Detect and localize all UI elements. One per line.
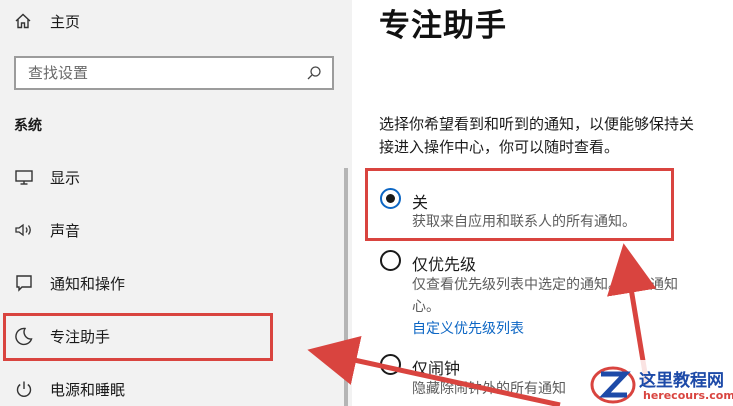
- sidebar-item-power-sleep[interactable]: 电源和睡眠: [0, 369, 352, 406]
- option-description-priority-only: 心。: [412, 299, 440, 315]
- customize-priority-list-link[interactable]: 自定义优先级列表: [412, 318, 524, 338]
- watermark-logo: [590, 366, 636, 404]
- settings-search-input[interactable]: [28, 64, 306, 82]
- option-label-alarms-only[interactable]: 仅闹钟: [412, 355, 460, 379]
- radio-priority-only[interactable]: [380, 250, 401, 271]
- watermark-title: 这里教程网: [639, 371, 724, 391]
- home-icon: [14, 12, 32, 30]
- home-nav-item[interactable]: 主页: [14, 9, 80, 33]
- sidebar-item-label: 声音: [50, 221, 81, 240]
- sidebar-item-sound[interactable]: 声音: [0, 210, 352, 250]
- section-title-system: 系统: [14, 118, 42, 134]
- settings-search-box[interactable]: [14, 56, 334, 90]
- settings-sidebar: 主页 系统 显示 声音: [0, 0, 352, 406]
- sidebar-scrollbar[interactable]: [344, 168, 348, 406]
- radio-off[interactable]: [380, 188, 401, 209]
- description-text: 选择你希望看到和听到的通知，以便能够保持关: [379, 115, 695, 133]
- home-label: 主页: [50, 12, 81, 31]
- sidebar-item-notifications[interactable]: 通知和操作: [0, 263, 352, 303]
- description-text: 接进入操作中心，你可以随时查看。: [379, 138, 620, 156]
- watermark-url: herecours.com: [643, 389, 733, 402]
- moon-icon: [14, 326, 34, 346]
- option-label-off[interactable]: 关: [412, 189, 428, 213]
- sidebar-item-display[interactable]: 显示: [0, 157, 352, 197]
- sidebar-item-label: 显示: [50, 168, 81, 187]
- sidebar-item-focus-assist[interactable]: 专注助手: [0, 316, 352, 356]
- monitor-icon: [14, 167, 34, 187]
- radio-alarms-only[interactable]: [380, 354, 401, 375]
- sidebar-item-label: 专注助手: [50, 327, 111, 346]
- power-icon: [14, 379, 34, 399]
- sidebar-item-label: 电源和睡眠: [50, 380, 126, 399]
- speaker-icon: [14, 220, 34, 240]
- message-icon: [14, 273, 34, 293]
- option-label-priority-only[interactable]: 仅优先级: [412, 251, 476, 275]
- option-description-priority-only: 仅查看优先级列表中选定的通知。其余通知: [412, 277, 678, 293]
- sidebar-item-label: 通知和操作: [50, 274, 126, 293]
- option-description-off: 获取来自应用和联系人的所有通知。: [412, 214, 636, 230]
- watermark: 这里教程网 herecours.com: [585, 360, 733, 406]
- option-description-alarms-only: 隐藏除闹钟外的所有通知: [412, 381, 566, 397]
- page-title: 专注助手: [379, 8, 507, 44]
- search-icon[interactable]: [306, 65, 322, 81]
